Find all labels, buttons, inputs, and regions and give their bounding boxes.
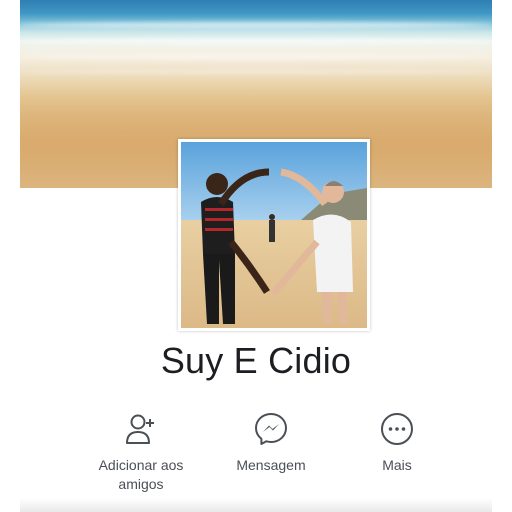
profile-actions: Adicionar aos amigos Mensagem Mais: [20, 410, 492, 500]
message-label: Mensagem: [236, 457, 306, 473]
messenger-icon: [252, 410, 290, 448]
profile-name: Suy E Cidio: [160, 340, 352, 381]
profile-picture[interactable]: [178, 139, 370, 331]
bottom-divider: [20, 498, 492, 512]
add-friend-button[interactable]: Adicionar aos amigos: [76, 410, 206, 494]
message-button[interactable]: Mensagem: [206, 410, 336, 475]
add-friend-icon: [122, 410, 160, 448]
more-button[interactable]: Mais: [332, 410, 462, 475]
more-label: Mais: [382, 457, 412, 473]
more-icon: [378, 410, 416, 448]
profile-screen: Suy E Cidio Adicionar aos amigos Mensage…: [20, 0, 492, 512]
add-friend-label: Adicionar aos amigos: [98, 457, 184, 492]
